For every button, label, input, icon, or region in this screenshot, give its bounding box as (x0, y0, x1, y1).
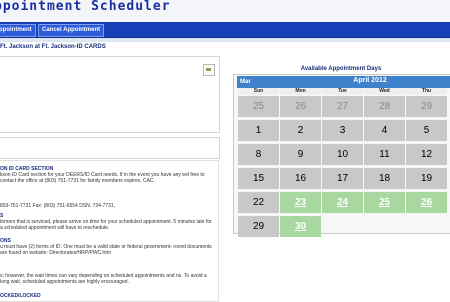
calendar-day: 27 (322, 96, 363, 117)
calendar-day: 25 (238, 96, 279, 117)
calendar-day: 4 (364, 120, 405, 141)
calendar-day: 2 (280, 120, 321, 141)
app-title: ppointment Scheduler (0, 0, 171, 14)
calendar-day: 29 (406, 96, 447, 117)
cancel-appointment-button[interactable]: Cancel Appointment (38, 24, 105, 37)
calendar-day: 16 (280, 168, 321, 189)
weekday-header-tue: Tue (322, 88, 363, 95)
calendar-title: Available Appointment Days (300, 66, 382, 72)
app-header: ppointment Scheduler (0, 0, 450, 22)
available-day[interactable]: 26 (406, 192, 447, 213)
schedule-appointment-button[interactable]: ppointment (0, 24, 36, 37)
section-text: kson ID Card section for your DEERS/ID C… (0, 172, 205, 185)
calendar-day: 1 (238, 120, 279, 141)
available-day[interactable]: 30 (280, 216, 321, 237)
calendar-day: 10 (322, 144, 363, 165)
section-text: u must have (2) forms of ID. One must be… (0, 244, 212, 257)
section-heading: OCKED/LOCKED (0, 293, 41, 299)
section-text: 803-751-7731 Fax: (803) 751-6554 DSN: 73… (0, 203, 116, 209)
calendar-day: 11 (364, 144, 405, 165)
calendar-day: 22 (238, 192, 279, 213)
previous-month-link[interactable]: Mar (240, 79, 251, 85)
calendar-day: 18 (364, 168, 405, 189)
calendar-day: 15 (238, 168, 279, 189)
calendar-day: 12 (406, 144, 447, 165)
calendar-day: 19 (406, 168, 447, 189)
calendar-month: April 2012 (353, 77, 387, 84)
site-details-panel (0, 56, 220, 133)
print-icon[interactable] (203, 64, 215, 76)
calendar-day: 26 (280, 96, 321, 117)
section-text: s; however, the wait times can vary depe… (0, 273, 207, 286)
calendar-day: 5 (406, 120, 447, 141)
weekday-header-wed: Wed (364, 88, 405, 95)
header-divider (0, 38, 450, 42)
weekday-header-sun: Sun (238, 88, 279, 95)
calendar-day: 3 (322, 120, 363, 141)
location-title: Ft. Jackson at Ft. Jackson-ID CARDS (0, 44, 106, 50)
information-panel: ON ID CARD SECTION kson ID Card section … (0, 160, 219, 302)
nav-bar: ppointment Cancel Appointment (0, 22, 450, 38)
available-day[interactable]: 23 (280, 192, 321, 213)
weekday-header-mon: Mon (280, 88, 321, 95)
available-day[interactable]: 25 (364, 192, 405, 213)
calendar-day: 28 (364, 96, 405, 117)
available-day[interactable]: 24 (322, 192, 363, 213)
calendar-day: 29 (238, 216, 279, 237)
calendar-day: 17 (322, 168, 363, 189)
weekday-header-thu: Thu (406, 88, 447, 95)
calendar-day: 9 (280, 144, 321, 165)
section-text: tomers that is serviced, please arrive o… (0, 219, 212, 232)
notice-panel (0, 137, 220, 159)
calendar-day: 8 (238, 144, 279, 165)
